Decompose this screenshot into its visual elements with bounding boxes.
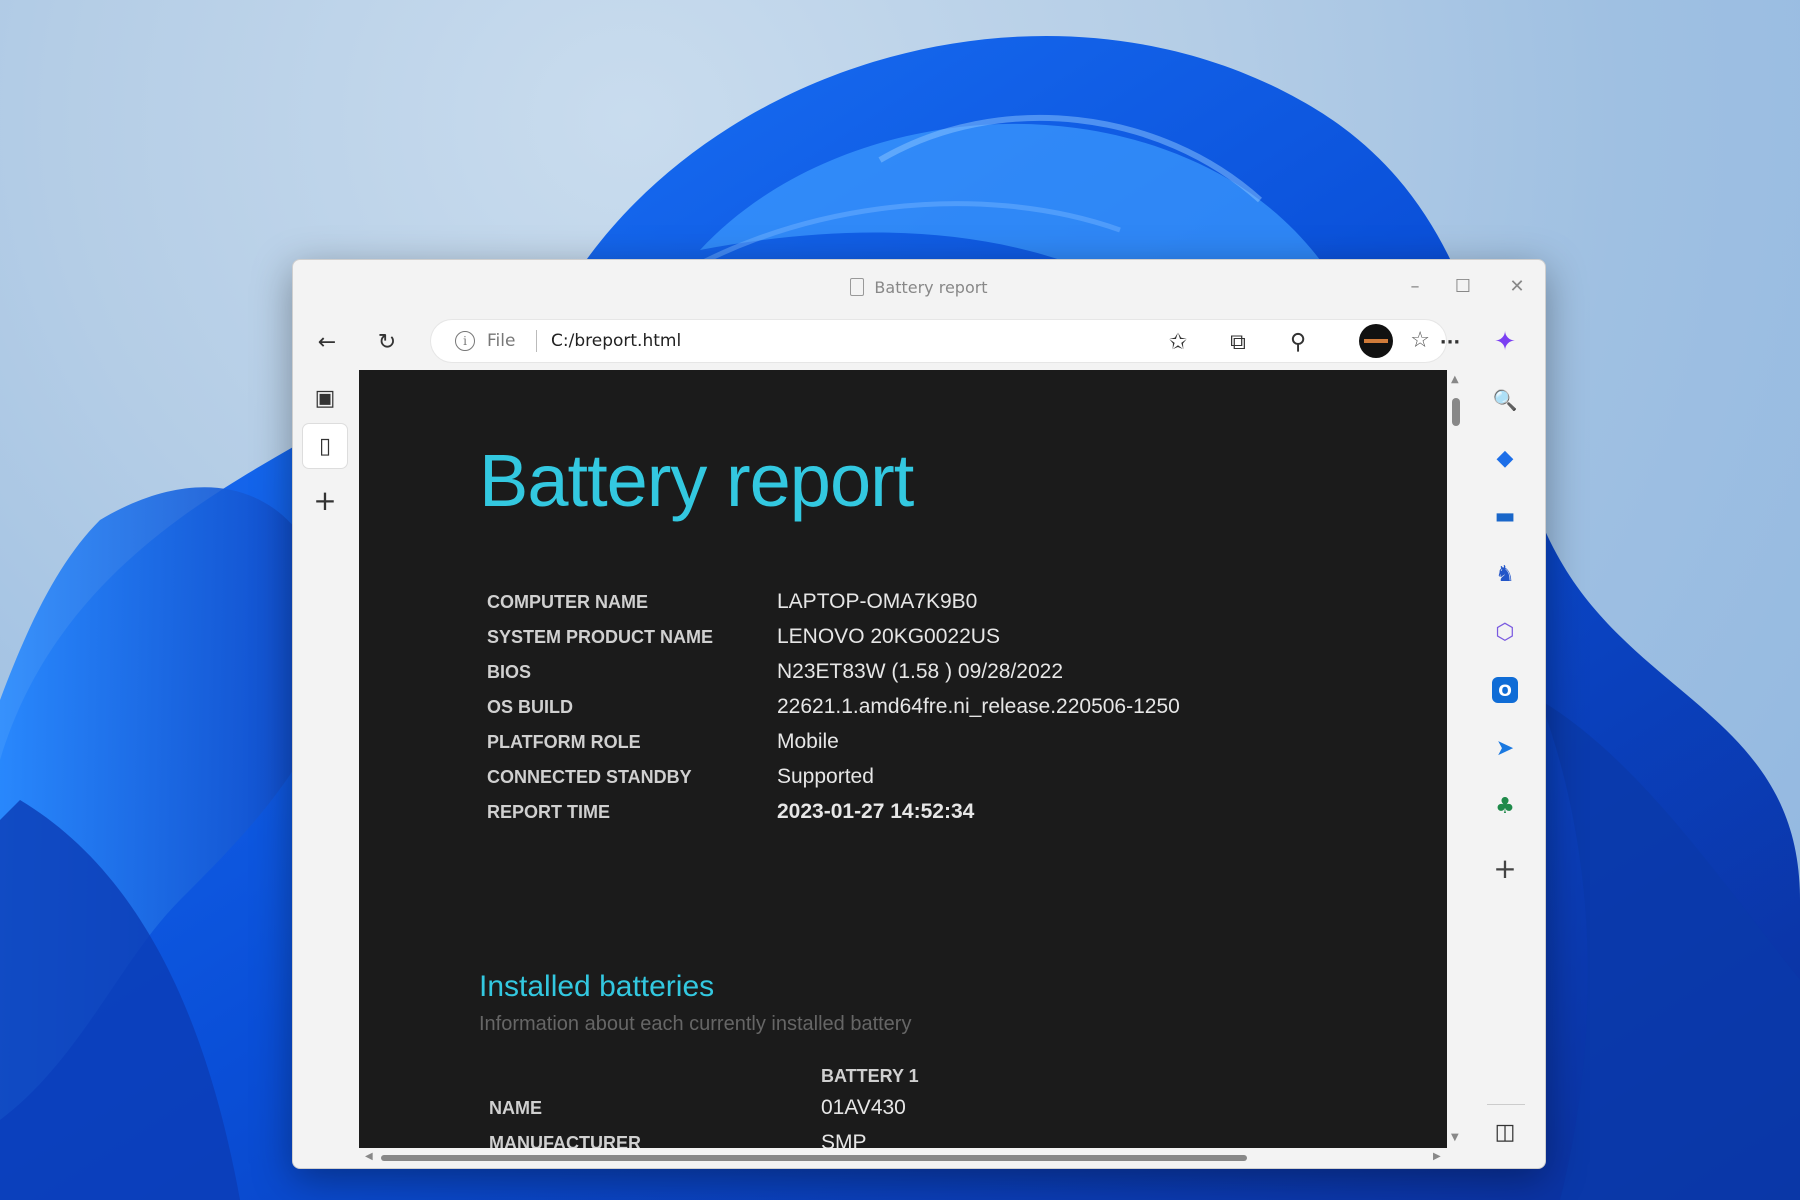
window-title-text: Battery report xyxy=(874,278,988,297)
browser-window: Battery report – ☐ ✕ ← ↻ i File C:/brepo… xyxy=(292,259,1546,1169)
scroll-up-arrow[interactable]: ▲ xyxy=(1451,374,1459,385)
row-value: SMP xyxy=(821,1131,867,1148)
new-tab-button[interactable]: + xyxy=(303,478,347,522)
office-icon[interactable]: ⬡ xyxy=(1487,614,1523,650)
battery-column-header: BATTERY 1 xyxy=(821,1066,919,1086)
row-value: LAPTOP-OMA7K9B0 xyxy=(777,590,978,613)
shopping-tag-icon[interactable]: ◆ xyxy=(1487,440,1523,476)
favorites-icon[interactable]: ✩ xyxy=(1158,324,1198,360)
back-button[interactable]: ← xyxy=(307,324,347,360)
split-screen-icon[interactable]: ◫ xyxy=(1487,1114,1523,1150)
horizontal-scrollbar[interactable]: ◀ ▶ xyxy=(359,1148,1447,1168)
horizontal-scroll-thumb[interactable] xyxy=(381,1155,1247,1161)
row-label: BIOS xyxy=(487,662,532,682)
scroll-down-arrow[interactable]: ▼ xyxy=(1451,1132,1459,1143)
sidebar-divider xyxy=(1487,1104,1525,1105)
address-url[interactable]: C:/breport.html xyxy=(551,331,681,351)
address-scheme: File xyxy=(487,331,516,351)
extensions-icon[interactable]: ⚲ xyxy=(1278,324,1318,360)
row-label: MANUFACTURER xyxy=(489,1133,641,1148)
row-value: Mobile xyxy=(777,730,839,753)
row-value: 2023-01-27 14:52:34 xyxy=(777,800,975,823)
scroll-left-arrow[interactable]: ◀ xyxy=(365,1151,373,1162)
row-label: OS BUILD xyxy=(487,697,574,717)
tab-battery-report[interactable]: ▯ xyxy=(303,424,347,468)
section-title: Installed batteries xyxy=(479,970,715,1003)
section-subtitle: Information about each currently install… xyxy=(479,1013,912,1035)
row-value: N23ET83W (1.58 ) 09/28/2022 xyxy=(777,660,1064,683)
add-favorite-icon[interactable]: ☆ xyxy=(1410,328,1430,353)
tools-icon[interactable]: ▬ xyxy=(1487,498,1523,534)
profile-avatar[interactable] xyxy=(1359,324,1393,358)
more-menu-icon[interactable]: ··· xyxy=(1430,324,1470,360)
window-title: Battery report xyxy=(293,278,1545,297)
title-bar: Battery report – ☐ ✕ xyxy=(293,260,1545,314)
vertical-scroll-thumb[interactable] xyxy=(1452,398,1460,426)
outlook-icon[interactable]: O xyxy=(1492,677,1518,703)
tab-actions-icon[interactable]: ▣ xyxy=(303,376,347,420)
browser-toolbar: ← ↻ i File C:/breport.html A͓ ☆ ✩ ⧉ ⚲ ··… xyxy=(293,314,1545,370)
maximize-button[interactable]: ☐ xyxy=(1435,268,1491,304)
page-content: Battery report COMPUTER NAME LAPTOP-OMA7… xyxy=(359,370,1447,1148)
row-label: REPORT TIME xyxy=(487,802,611,822)
edge-sidebar: ✦ 🔍 ◆ ▬ ♞ ⬡ O ➤ ♣ + ◫ ⚙ xyxy=(1465,314,1545,1168)
row-label: COMPUTER NAME xyxy=(487,592,648,612)
row-value: 01AV430 xyxy=(821,1096,906,1119)
add-sidebar-app-icon[interactable]: + xyxy=(1487,850,1523,886)
games-icon[interactable]: ♞ xyxy=(1487,556,1523,592)
search-icon[interactable]: 🔍 xyxy=(1487,382,1523,418)
row-label: PLATFORM ROLE xyxy=(487,732,641,752)
row-value: LENOVO 20KG0022US xyxy=(777,625,1000,648)
row-label: SYSTEM PRODUCT NAME xyxy=(487,627,714,647)
row-value: 22621.1.amd64fre.ni_release.220506-1250 xyxy=(777,695,1180,718)
copilot-icon[interactable]: ✦ xyxy=(1487,324,1523,360)
collections-icon[interactable]: ⧉ xyxy=(1218,324,1258,360)
address-separator xyxy=(536,330,537,352)
close-button[interactable]: ✕ xyxy=(1489,268,1545,304)
info-icon[interactable]: i xyxy=(455,331,475,351)
refresh-button[interactable]: ↻ xyxy=(367,324,407,360)
row-value: Supported xyxy=(777,765,874,788)
vertical-scrollbar[interactable]: ▲ ▼ xyxy=(1447,370,1465,1148)
scroll-right-arrow[interactable]: ▶ xyxy=(1433,1151,1441,1162)
vertical-tabs-strip: ▣ ▯ + xyxy=(293,370,359,1168)
tree-icon[interactable]: ♣ xyxy=(1487,788,1523,824)
row-label: NAME xyxy=(489,1098,542,1118)
row-label: CONNECTED STANDBY xyxy=(487,767,692,787)
page-title: Battery report xyxy=(479,439,914,522)
drop-icon[interactable]: ➤ xyxy=(1487,730,1523,766)
document-icon xyxy=(850,278,865,296)
